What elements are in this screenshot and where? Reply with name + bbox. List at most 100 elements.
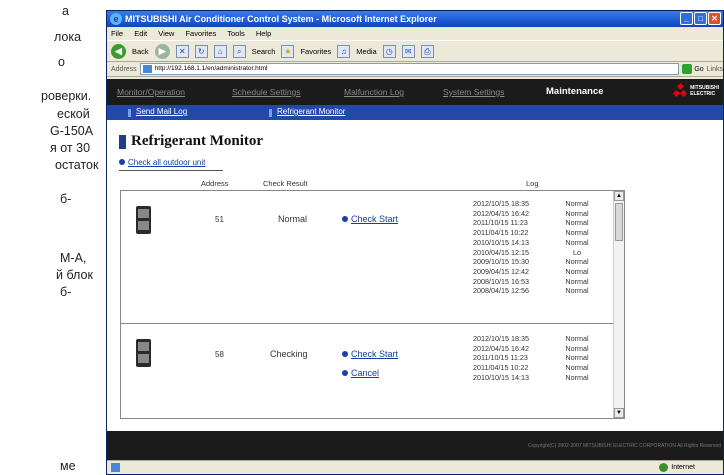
nav-monitor-operation[interactable]: Monitor/Operation (117, 87, 185, 97)
log-entry: 2010/04/15 12:15 Lo (473, 247, 581, 257)
address-bar: Address http://192.168.1.1/en/administra… (107, 62, 723, 77)
links-label[interactable]: Links (707, 66, 723, 73)
table-row: 51 Normal Check Start 2012/10/15 18:35 No… (121, 191, 614, 323)
zone-label: Internet (671, 464, 695, 471)
go-icon (682, 64, 693, 74)
sub-nav: Send Mail Log Refrigerant Monitor (107, 105, 723, 120)
address-input[interactable]: http://192.168.1.1/en/administrator.html (139, 63, 680, 75)
maximize-icon[interactable]: □ (694, 12, 707, 25)
subnav-refrigerant-monitor[interactable]: Refrigerant Monitor (268, 107, 345, 117)
document-fragment: а лока о роверки. еской G-150A я от 30 о… (0, 0, 106, 475)
log-entry: 2010/10/15 14:13 Normal (473, 372, 589, 382)
title-bar-marker (119, 134, 126, 149)
browser-window: e MITSUBISHI Air Conditioner Control Sys… (106, 10, 724, 475)
address-label: Address (111, 65, 137, 73)
check-result-cell: Normal (278, 214, 308, 224)
favorites-icon[interactable]: ★ (281, 44, 295, 58)
refrigerant-table: 51 Normal Check Start 2012/10/15 18:35 No… (120, 190, 625, 419)
go-label: Go (694, 65, 704, 73)
go-button[interactable]: Go (682, 64, 704, 74)
address-cell: 51 (215, 215, 224, 224)
nav-malfunction-log[interactable]: Malfunction Log (344, 87, 404, 97)
menu-help[interactable]: Help (256, 29, 271, 38)
doc-line: б- (60, 192, 72, 206)
ie-icon: e (110, 13, 122, 25)
check-result-cell: Checking (270, 349, 308, 359)
log-entry: 2011/10/15 11:23 Normal (473, 218, 589, 228)
mitsubishi-logo: MITSUBISHI ELECTRIC (673, 82, 719, 98)
doc-line: о (58, 55, 65, 69)
back-label[interactable]: Back (132, 47, 149, 56)
logo-text-1: MITSUBISHI (690, 84, 719, 91)
search-icon[interactable]: ⌕ (232, 44, 246, 58)
back-icon[interactable]: ◀ (111, 43, 126, 59)
nav-maintenance[interactable]: Maintenance (546, 86, 604, 97)
log-entry: 2011/04/15 10:22 Normal (473, 228, 589, 238)
media-label[interactable]: Media (356, 47, 376, 56)
scroll-thumb[interactable] (615, 203, 623, 241)
address-cell: 58 (215, 350, 224, 359)
print-icon[interactable]: ⎙ (420, 44, 434, 58)
refresh-icon[interactable]: ↻ (194, 44, 208, 58)
menu-file[interactable]: File (111, 29, 123, 38)
window-title: MITSUBISHI Air Conditioner Control Syste… (125, 14, 437, 24)
mitsubishi-diamonds-icon (673, 82, 688, 98)
mail-icon[interactable]: ✉ (401, 44, 415, 58)
doc-line: G-150A (50, 124, 94, 138)
title-underline (119, 170, 223, 171)
doc-line: ме (60, 459, 76, 473)
menu-tools[interactable]: Tools (227, 29, 245, 38)
header-address: Address (201, 179, 229, 188)
menu-view[interactable]: View (158, 29, 174, 38)
status-bar: Internet (107, 460, 723, 474)
home-icon[interactable]: ⌂ (213, 44, 227, 58)
history-icon[interactable]: ◷ (382, 44, 396, 58)
doc-line: M-A, (60, 251, 87, 265)
table-row: 58 Checking Check Start Cancel 2012/10/1… (121, 324, 614, 418)
doc-line: лока (54, 30, 82, 44)
page-title-text: Refrigerant Monitor (131, 133, 264, 149)
log-entry: 2008/10/15 16:53 Normal (473, 276, 589, 286)
log-entry: 2010/10/15 14:13 Normal (473, 237, 589, 247)
doc-line: роверки. (41, 89, 92, 103)
cancel-button[interactable]: Cancel (342, 368, 379, 378)
forward-icon[interactable]: ▶ (154, 43, 170, 59)
nav-system-settings[interactable]: System Settings (443, 87, 504, 97)
log-entry: 2009/10/15 15:30 Normal (473, 257, 589, 267)
outdoor-unit-icon (136, 206, 151, 234)
page-title: Refrigerant Monitor (119, 133, 263, 150)
table-scrollbar[interactable]: ▲ ▼ (613, 191, 624, 418)
stop-icon[interactable]: ✕ (175, 44, 189, 58)
menu-bar: File Edit View Favorites Tools Help (107, 27, 723, 40)
minimize-icon[interactable]: _ (680, 12, 693, 25)
media-icon[interactable]: ♫ (337, 44, 351, 58)
close-icon[interactable]: ✕ (708, 12, 721, 25)
log-entry: 2012/04/15 16:42 Normal (473, 343, 589, 353)
subnav-send-mail-log[interactable]: Send Mail Log (127, 107, 187, 117)
check-all-outdoor-link[interactable]: Check all outdoor unit (119, 158, 205, 167)
internet-zone-icon (659, 463, 669, 472)
log-list: 2012/10/15 18:35 Normal 2012/04/15 16:42 N… (473, 199, 597, 296)
log-entry: 2012/10/15 18:35 Normal (473, 199, 589, 208)
logo-text-2: ELECTRIC (690, 90, 716, 97)
scroll-up-icon[interactable]: ▲ (614, 191, 624, 201)
toolbar: ◀ Back ▶ ✕ ↻ ⌂ ⌕ Search ★ Favorites ♫ Me… (107, 40, 723, 62)
outdoor-unit-icon (136, 339, 151, 367)
menu-favorites[interactable]: Favorites (185, 29, 216, 38)
header-check-result: Check Result (263, 179, 308, 188)
menu-edit[interactable]: Edit (134, 29, 147, 38)
search-label[interactable]: Search (252, 47, 276, 56)
log-entry: 2008/04/15 12:56 Normal (473, 286, 589, 296)
log-entry: 2011/10/15 11:23 Normal (473, 353, 589, 363)
check-start-button[interactable]: Check Start (342, 214, 398, 224)
doc-line: остаток (55, 158, 99, 172)
nav-schedule-settings[interactable]: Schedule Settings (232, 87, 301, 97)
page-content: Monitor/Operation Schedule Settings Malf… (107, 79, 723, 461)
title-bar: e MITSUBISHI Air Conditioner Control Sys… (107, 11, 723, 27)
log-entry: 2012/04/15 16:42 Normal (473, 208, 589, 218)
log-entry: 2011/04/15 10:22 Normal (473, 363, 589, 373)
favorites-label[interactable]: Favorites (300, 47, 331, 56)
check-start-button[interactable]: Check Start (342, 349, 398, 359)
doc-line: я от 30 (50, 141, 91, 155)
scroll-down-icon[interactable]: ▼ (614, 408, 624, 418)
